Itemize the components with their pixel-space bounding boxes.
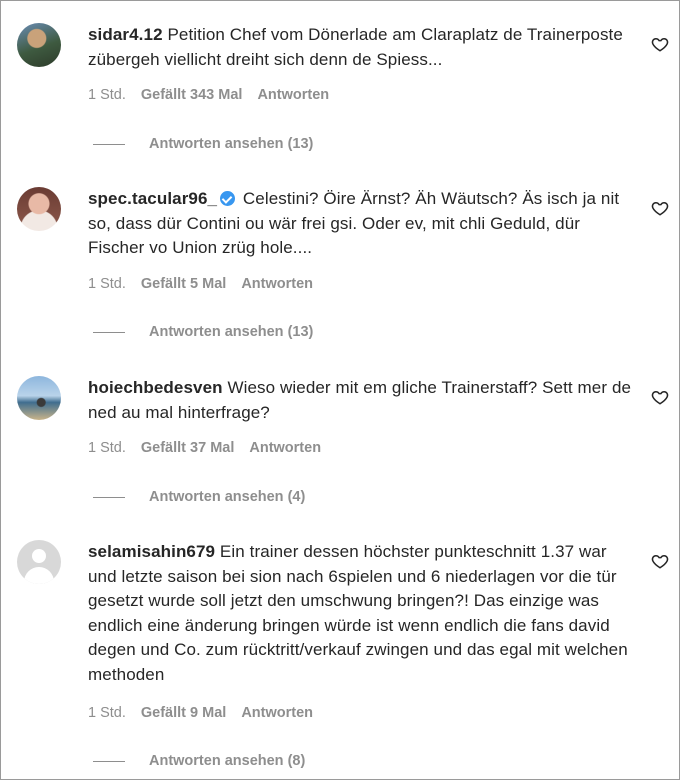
reply-button[interactable]: Antworten: [257, 87, 329, 103]
comment-time[interactable]: 1 Std.: [88, 705, 126, 721]
comment-text: spec.tacular96_ Celestini? Öire Ärnst? Ä…: [88, 187, 638, 261]
heart-icon[interactable]: [651, 199, 669, 217]
divider: [93, 496, 125, 498]
view-replies-button[interactable]: Antworten ansehen (4): [93, 489, 305, 505]
avatar[interactable]: [17, 187, 61, 231]
divider: [93, 143, 125, 145]
comment-time[interactable]: 1 Std.: [88, 440, 126, 456]
view-replies-label: Antworten ansehen (13): [149, 324, 314, 340]
default-avatar-head-icon: [32, 549, 46, 563]
avatar[interactable]: [17, 376, 61, 420]
comment-meta: 1 Std. Gefällt 9 Mal Antworten: [88, 705, 328, 721]
comment-username[interactable]: selamisahin679: [88, 542, 215, 561]
like-count[interactable]: Gefällt 5 Mal: [141, 276, 226, 292]
avatar[interactable]: [17, 23, 61, 67]
comment-meta: 1 Std. Gefällt 343 Mal Antworten: [88, 87, 344, 103]
comments-panel: sidar4.12 Petition Chef vom Dönerlade am…: [0, 0, 680, 780]
comment-time[interactable]: 1 Std.: [88, 276, 126, 292]
view-replies-button[interactable]: Antworten ansehen (8): [93, 753, 305, 769]
comment-text: sidar4.12 Petition Chef vom Dönerlade am…: [88, 23, 638, 72]
comment-meta: 1 Std. Gefällt 37 Mal Antworten: [88, 440, 336, 456]
heart-icon[interactable]: [651, 35, 669, 53]
reply-button[interactable]: Antworten: [241, 276, 313, 292]
comment-meta: 1 Std. Gefällt 5 Mal Antworten: [88, 276, 328, 292]
avatar[interactable]: [17, 540, 61, 584]
default-avatar-body-icon: [24, 567, 54, 584]
view-replies-label: Antworten ansehen (13): [149, 136, 314, 152]
comment-username[interactable]: hoiechbedesven: [88, 378, 223, 397]
view-replies-button[interactable]: Antworten ansehen (13): [93, 324, 313, 340]
like-count[interactable]: Gefällt 37 Mal: [141, 440, 234, 456]
comment-body: Ein trainer dessen höchster punkteschnit…: [88, 542, 628, 684]
divider: [93, 331, 125, 333]
heart-icon[interactable]: [651, 388, 669, 406]
comment-username[interactable]: spec.tacular96_: [88, 189, 217, 208]
comment-time[interactable]: 1 Std.: [88, 87, 126, 103]
like-count[interactable]: Gefällt 9 Mal: [141, 705, 226, 721]
reply-button[interactable]: Antworten: [249, 440, 321, 456]
comment-text: selamisahin679 Ein trainer dessen höchst…: [88, 540, 638, 687]
view-replies-label: Antworten ansehen (4): [149, 489, 306, 505]
like-count[interactable]: Gefällt 343 Mal: [141, 87, 243, 103]
divider: [93, 760, 125, 762]
comment-username[interactable]: sidar4.12: [88, 25, 163, 44]
reply-button[interactable]: Antworten: [241, 705, 313, 721]
comment-body: Petition Chef vom Dönerlade am Claraplat…: [88, 25, 623, 69]
verified-badge-icon: [220, 191, 236, 206]
view-replies-label: Antworten ansehen (8): [149, 753, 306, 769]
heart-icon[interactable]: [651, 552, 669, 570]
view-replies-button[interactable]: Antworten ansehen (13): [93, 136, 313, 152]
comment-text: hoiechbedesven Wieso wieder mit em glich…: [88, 376, 638, 425]
